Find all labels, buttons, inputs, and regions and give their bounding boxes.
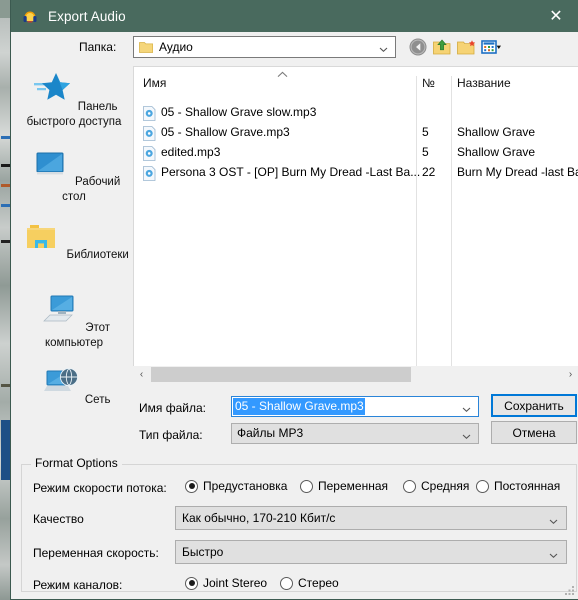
table-row[interactable]: edited.mp3 5 Shallow Grave [134,143,578,163]
radio-label: Постоянная [494,479,561,493]
dialog-title: Export Audio [48,8,126,24]
save-button[interactable]: Сохранить [491,394,577,417]
desktop-icon [28,152,75,188]
close-icon[interactable]: ✕ [533,0,578,32]
chevron-down-icon[interactable] [379,43,388,53]
radio-stereo[interactable]: Стерео [280,576,339,590]
file-name-label: Имя файла: [139,401,206,415]
file-title: Shallow Grave [457,145,536,159]
radio-dot-icon [403,479,416,493]
sidebar-item-label: Библиотеки [66,249,129,261]
radio-bitrate-preset[interactable]: Предустановка [185,479,287,493]
file-type-label: Тип файла: [139,428,203,442]
resize-grip[interactable] [563,584,575,596]
radio-dot-icon [476,479,489,493]
channel-mode-label: Режим каналов: [33,578,123,592]
column-header-name[interactable]: Имя [143,76,166,90]
network-icon [38,367,85,406]
radio-label: Joint Stereo [203,576,268,590]
radio-joint-stereo[interactable]: Joint Stereo [185,576,267,590]
chevron-down-icon[interactable] [549,549,558,559]
file-list[interactable]: Имя № Название 05 - Shallow Grave slow.m… [133,66,578,366]
scroll-right-glyph: › [568,369,573,380]
variable-speed-combobox[interactable]: Быстро [175,540,567,564]
audacity-headphones-icon [22,8,38,24]
view-menu-icon[interactable] [481,37,501,57]
export-audio-dialog: Export Audio ✕ Папка: Аудио Панель быстр… [10,0,578,600]
radio-label: Стерео [298,576,339,590]
scroll-left-glyph: ‹ [139,369,144,380]
folder-name: Аудио [159,40,193,54]
radio-bitrate-variable[interactable]: Переменная [300,479,388,493]
radio-dot-icon [185,576,198,590]
bitrate-mode-label: Режим скорости потока: [33,481,167,495]
file-name: 05 - Shallow Grave.mp3 [161,125,290,139]
quality-combobox[interactable]: Как обычно, 170-210 Кбит/с [175,506,567,530]
file-title: Shallow Grave [457,125,536,139]
new-folder-icon[interactable] [456,37,476,57]
format-options-legend: Format Options [31,456,122,470]
file-type-value: Файлы MP3 [237,426,304,440]
table-row[interactable]: 05 - Shallow Grave.mp3 5 Shallow Grave [134,123,578,143]
sidebar-item-this-pc[interactable]: Этот компьютер [19,291,129,350]
this-pc-icon [38,295,85,334]
look-in-label: Папка: [79,40,117,54]
file-name: Persona 3 OST - [OP] Burn My Dread -Last… [161,165,421,179]
file-track: 5 [422,145,429,159]
variable-speed-label: Переменная скорость: [33,546,159,560]
places-sidebar: Панель быстрого доступа Рабочий стол Биб… [19,66,129,406]
quality-label: Качество [33,512,84,526]
scroll-right-icon[interactable]: › [562,366,578,383]
variable-speed-value: Быстро [182,545,224,559]
column-header-title[interactable]: Название [457,76,511,90]
cancel-button[interactable]: Отмена [491,421,577,444]
file-title: Burn My Dread -last Bat [457,165,578,179]
sidebar-item-quick-access[interactable]: Панель быстрого доступа [19,70,129,129]
file-type-combobox[interactable]: Файлы MP3 [231,423,479,444]
up-folder-icon[interactable] [432,37,452,57]
libraries-folder-icon [19,225,66,261]
star-icon [30,73,77,113]
file-name: 05 - Shallow Grave slow.mp3 [161,105,317,119]
scroll-left-icon[interactable]: ‹ [133,366,150,383]
sidebar-item-desktop[interactable]: Рабочий стол [19,145,129,204]
folder-combobox[interactable]: Аудио [133,36,396,58]
radio-dot-icon [300,479,313,493]
scrollbar-thumb[interactable] [151,367,411,382]
close-glyph: ✕ [549,6,563,25]
table-row[interactable]: Persona 3 OST - [OP] Burn My Dread -Last… [134,163,578,183]
radio-label: Переменная [318,479,388,493]
radio-label: Средняя [421,479,470,493]
file-name: edited.mp3 [161,145,221,159]
sidebar-item-label: Сеть [84,394,111,406]
audio-file-icon [143,146,156,161]
audio-file-icon [143,126,156,141]
back-icon[interactable] [408,37,428,57]
radio-bitrate-constant[interactable]: Постоянная [476,479,560,493]
radio-dot-icon [280,576,293,590]
horizontal-scrollbar[interactable]: ‹ › [133,366,578,383]
file-name-input[interactable]: 05 - Shallow Grave.mp3 [231,396,479,417]
file-name-value: 05 - Shallow Grave.mp3 [233,398,365,415]
dialog-titlebar: Export Audio ✕ [11,0,578,32]
sidebar-item-libraries[interactable]: Библиотеки [19,218,129,262]
table-row[interactable]: 05 - Shallow Grave slow.mp3 [134,103,578,123]
quality-value: Как обычно, 170-210 Кбит/с [182,511,336,525]
file-track: 22 [422,165,436,179]
column-header-track[interactable]: № [422,76,435,90]
chevron-down-icon[interactable] [462,430,471,440]
audio-file-icon [143,106,156,121]
chevron-down-icon[interactable] [549,515,558,525]
file-track: 5 [422,125,429,139]
folder-icon [139,41,154,53]
radio-bitrate-average[interactable]: Средняя [403,479,469,493]
audio-file-icon [143,166,156,181]
sort-ascending-icon [277,67,288,78]
radio-dot-icon [185,479,198,493]
chevron-down-icon[interactable] [462,403,471,413]
look-in-row: Папка: Аудио [11,32,578,64]
file-list-header: Имя № Название [134,76,578,98]
radio-label: Предустановка [203,479,288,493]
sidebar-item-network[interactable]: Сеть [19,363,129,407]
